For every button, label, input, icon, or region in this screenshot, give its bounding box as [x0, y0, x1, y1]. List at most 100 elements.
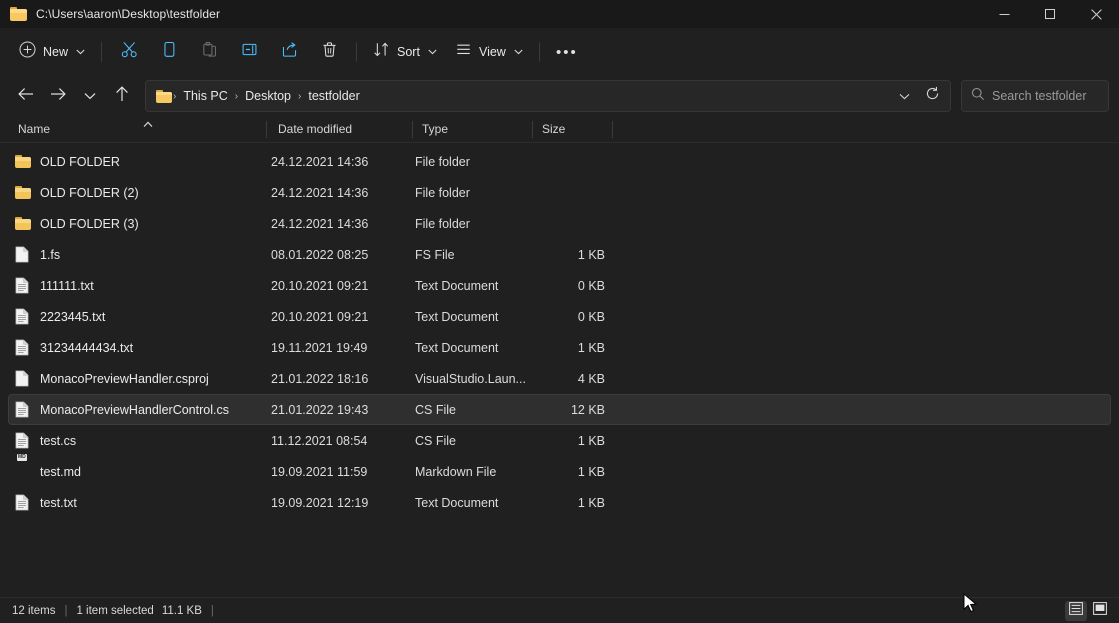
new-button[interactable]: New — [10, 36, 94, 68]
cut-button[interactable] — [109, 36, 149, 68]
refresh-button[interactable] — [918, 82, 946, 110]
column-header-name-label: Name — [18, 122, 50, 136]
table-row[interactable]: OLD FOLDER 24.12.2021 14:36File folder — [8, 146, 1111, 177]
table-row[interactable]: test.txt19.09.2021 12:19Text Document1 K… — [8, 487, 1111, 518]
ellipsis-icon: ••• — [556, 45, 578, 60]
text-document-icon — [15, 401, 31, 418]
status-divider: | — [211, 605, 214, 617]
file-size-cell: 4 KB — [533, 372, 613, 386]
file-date-cell: 24.12.2021 14:36 — [267, 186, 413, 200]
recent-locations-button[interactable] — [74, 80, 106, 112]
file-date-cell: 11.12.2021 08:54 — [267, 434, 413, 448]
file-size-cell: 0 KB — [533, 310, 613, 324]
table-row[interactable]: MonacoPreviewHandlerControl.cs21.01.2022… — [8, 394, 1111, 425]
search-input[interactable]: Search testfolder — [961, 80, 1109, 112]
file-type-cell: File folder — [413, 186, 533, 200]
paste-icon — [201, 41, 218, 63]
folder-icon — [15, 215, 31, 232]
column-header-name[interactable]: Name — [0, 116, 266, 143]
back-arrow-icon — [18, 87, 34, 106]
trash-icon — [321, 41, 338, 63]
table-row[interactable]: OLD FOLDER (2) 24.12.2021 14:36File folde… — [8, 177, 1111, 208]
breadcrumb-desktop[interactable]: Desktop — [239, 86, 297, 106]
file-size-cell: 1 KB — [533, 248, 613, 262]
table-row[interactable]: 31234444434.txt19.11.2021 19:49Text Docu… — [8, 332, 1111, 363]
text-document-icon — [15, 494, 31, 511]
view-button[interactable]: View — [446, 36, 532, 68]
sort-button[interactable]: Sort — [364, 36, 446, 68]
rename-button[interactable] — [229, 36, 269, 68]
file-date-cell: 21.01.2022 18:16 — [267, 372, 413, 386]
refresh-icon — [925, 86, 940, 106]
file-type-cell: FS File — [413, 248, 533, 262]
share-button[interactable] — [269, 36, 309, 68]
details-view-toggle[interactable] — [1065, 601, 1087, 621]
toolbar-divider-3 — [539, 42, 540, 62]
file-type-cell: Text Document — [413, 496, 533, 510]
paste-button[interactable] — [189, 36, 229, 68]
window-title: C:\Users\aaron\Desktop\testfolder — [36, 7, 220, 21]
column-header-type[interactable]: Type — [412, 116, 532, 143]
copy-icon — [161, 41, 178, 63]
table-row[interactable]: 1.fs08.01.2022 08:25FS File1 KB — [8, 239, 1111, 270]
copy-button[interactable] — [149, 36, 189, 68]
column-header-date-modified[interactable]: Date modified — [266, 116, 412, 143]
status-bar: 12 items | 1 item selected 11.1 KB | — [0, 597, 1119, 623]
status-item-count: 12 items — [12, 605, 55, 617]
view-button-label: View — [479, 45, 506, 59]
file-size-cell: 1 KB — [533, 496, 613, 510]
chevron-down-icon — [84, 87, 96, 105]
file-type-cell: Text Document — [413, 341, 533, 355]
table-row[interactable]: 111111.txt20.10.2021 09:21Text Document0… — [8, 270, 1111, 301]
file-name-label: OLD FOLDER — [40, 155, 120, 169]
more-options-button[interactable]: ••• — [547, 36, 587, 68]
table-row[interactable]: 2223445.txt20.10.2021 09:21Text Document… — [8, 301, 1111, 332]
file-name-cell: test.cs — [9, 432, 267, 449]
title-bar: C:\Users\aaron\Desktop\testfolder — [0, 0, 1119, 28]
file-explorer-window: C:\Users\aaron\Desktop\testfolder New — [0, 0, 1119, 623]
table-row[interactable]: MonacoPreviewHandler.csproj21.01.2022 18… — [8, 363, 1111, 394]
table-row[interactable]: OLD FOLDER (3)24.12.2021 14:36File folde… — [8, 208, 1111, 239]
table-row[interactable]: MDtest.md19.09.2021 11:59Markdown File1 … — [8, 456, 1111, 487]
file-type-cell: CS File — [413, 434, 533, 448]
up-button[interactable] — [106, 80, 138, 112]
file-name-label: 31234444434.txt — [40, 341, 133, 355]
file-type-cell: File folder — [413, 155, 533, 169]
file-date-cell: 24.12.2021 14:36 — [267, 155, 413, 169]
file-date-cell: 20.10.2021 09:21 — [267, 310, 413, 324]
minimize-button[interactable] — [981, 0, 1027, 28]
file-name-label: OLD FOLDER (2) — [40, 186, 139, 200]
window-controls — [981, 0, 1119, 28]
maximize-button[interactable] — [1027, 0, 1073, 28]
breadcrumb-this-pc[interactable]: This PC — [177, 86, 233, 106]
sort-icon — [373, 41, 390, 63]
large-icons-view-toggle[interactable] — [1089, 601, 1111, 621]
file-name-label: 111111.txt — [40, 279, 94, 293]
chevron-down-icon — [76, 49, 85, 55]
file-name-cell: test.txt — [9, 494, 267, 511]
file-name-label: 1.fs — [40, 248, 60, 262]
blank-document-icon — [15, 370, 31, 387]
file-size-cell: 1 KB — [533, 465, 613, 479]
scissors-icon — [121, 41, 138, 63]
back-button[interactable] — [10, 80, 42, 112]
file-name-cell: 31234444434.txt — [9, 339, 267, 356]
column-header-size[interactable]: Size — [532, 116, 612, 143]
file-name-label: OLD FOLDER (3) — [40, 217, 139, 231]
file-name-cell: OLD FOLDER — [9, 153, 267, 170]
address-bar[interactable]: › This PC › Desktop › testfolder — [145, 80, 951, 112]
delete-button[interactable] — [309, 36, 349, 68]
breadcrumb-testfolder[interactable]: testfolder — [302, 86, 365, 106]
file-name-label: test.md — [40, 465, 81, 479]
column-header-end-divider — [612, 121, 613, 138]
search-icon — [971, 87, 985, 106]
column-header-date-label: Date modified — [278, 122, 352, 136]
table-row[interactable]: test.cs11.12.2021 08:54CS File1 KB — [8, 425, 1111, 456]
close-button[interactable] — [1073, 0, 1119, 28]
forward-button[interactable] — [42, 80, 74, 112]
address-dropdown-button[interactable] — [890, 82, 918, 110]
file-type-cell: CS File — [413, 403, 533, 417]
folder-icon — [156, 90, 172, 103]
blank-document-icon — [15, 246, 31, 263]
folder-icon — [15, 184, 31, 201]
